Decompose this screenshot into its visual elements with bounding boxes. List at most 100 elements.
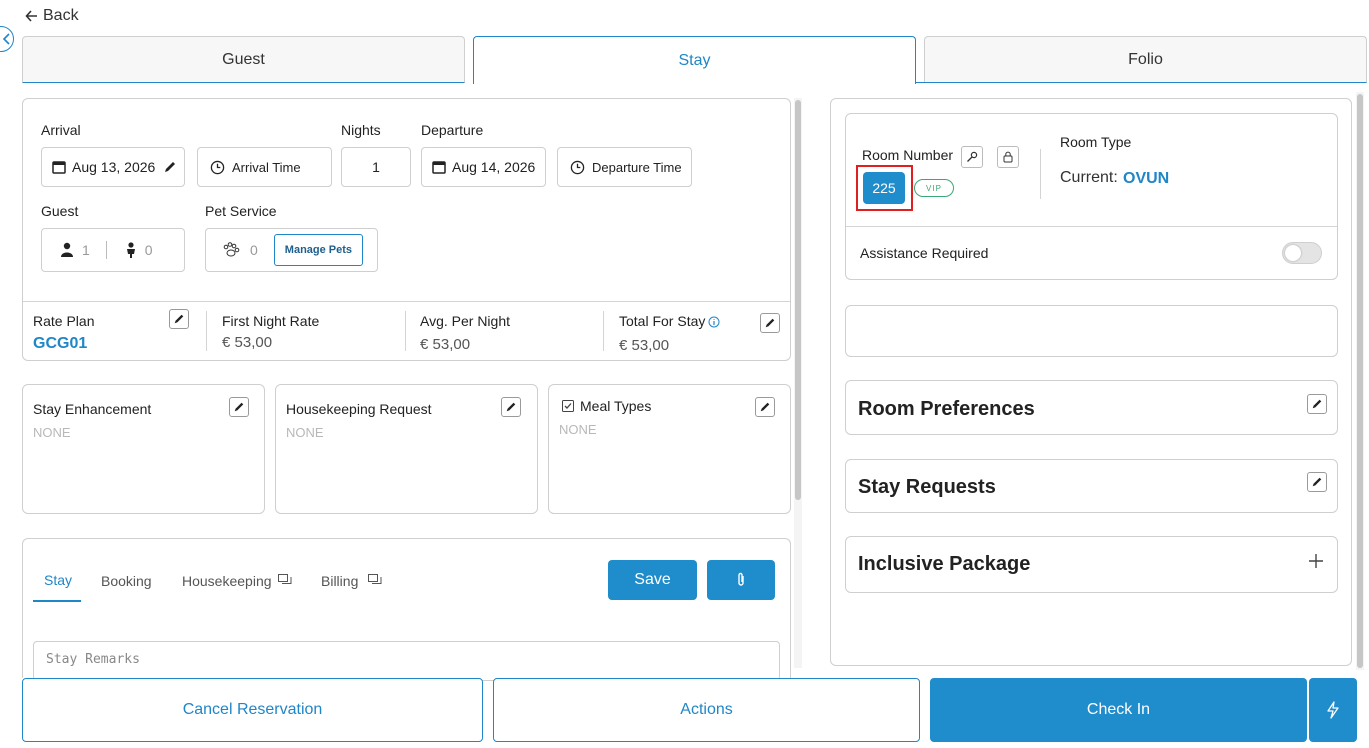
checkbox-icon [562, 400, 574, 412]
meal-types-title: Meal Types [580, 398, 652, 414]
check-in-button[interactable]: Check In [930, 678, 1307, 742]
right-scrollbar-thumb[interactable] [1357, 94, 1363, 668]
attach-button[interactable] [707, 560, 775, 600]
pencil-icon [506, 402, 516, 412]
remarks-tab-underline [33, 600, 81, 602]
nights-field[interactable]: 1 [341, 147, 411, 187]
room-type-value[interactable]: OVUN [1123, 170, 1169, 188]
collapse-sidebar-button[interactable] [0, 26, 14, 52]
children-count: 0 [144, 242, 153, 258]
rate-divider-3 [603, 311, 604, 351]
tab-underline [915, 82, 925, 83]
divider [105, 241, 107, 259]
chat-icon [278, 574, 292, 584]
chat-icon [368, 574, 382, 584]
tab-guest[interactable]: Guest [22, 36, 465, 83]
calendar-icon [52, 161, 66, 174]
right-scrollbar[interactable] [1356, 92, 1364, 670]
save-button[interactable]: Save [608, 560, 697, 600]
departure-time-field[interactable]: Departure Time [557, 147, 692, 187]
paw-icon [223, 242, 240, 257]
pencil-icon[interactable] [163, 160, 177, 174]
assistance-toggle[interactable] [1282, 242, 1322, 264]
edit-rate-plan-button[interactable] [169, 309, 189, 329]
room-info-card: Room Number 225 VIP Room Type Current: O… [845, 113, 1338, 280]
stay-remarks-placeholder: Stay Remarks [46, 652, 140, 667]
rate-plan-value[interactable]: GCG01 [33, 335, 87, 353]
cancel-reservation-label: Cancel Reservation [182, 701, 323, 718]
guest-count-field[interactable]: 1 0 [41, 228, 185, 272]
room-number-button[interactable]: 225 [863, 172, 905, 204]
quick-check-in-button[interactable] [1309, 678, 1357, 742]
key-icon [967, 151, 978, 162]
manage-pets-label: Manage Pets [284, 244, 353, 256]
housekeeping-request-value: NONE [286, 425, 324, 440]
left-scrollbar-thumb[interactable] [795, 100, 801, 500]
tab-label: Guest [222, 50, 265, 68]
stay-remarks-input[interactable]: Stay Remarks [33, 641, 780, 681]
search-room-button[interactable] [961, 146, 983, 168]
lock-room-button[interactable] [997, 146, 1019, 168]
actions-button[interactable]: Actions [493, 678, 920, 742]
room-number-value: 225 [872, 180, 896, 196]
lightning-icon [1327, 701, 1339, 719]
left-scrollbar[interactable] [794, 98, 802, 668]
current-label: Current: [1060, 169, 1118, 186]
tab-stay[interactable]: Stay [473, 36, 916, 84]
calendar-icon [432, 161, 446, 174]
toggle-knob [1285, 245, 1301, 261]
cancel-reservation-button[interactable]: Cancel Reservation [22, 678, 483, 742]
edit-stay-requests-button[interactable] [1307, 472, 1327, 492]
inclusive-package-section[interactable]: Inclusive Package [845, 536, 1338, 593]
stay-requests-title: Stay Requests [858, 476, 996, 498]
lock-icon [1003, 151, 1013, 163]
rate-divider [23, 301, 790, 302]
avg-night-value: € 53,00 [420, 336, 471, 353]
save-label: Save [634, 571, 671, 588]
edit-total-button[interactable] [760, 313, 780, 333]
empty-info-box [845, 305, 1338, 357]
arrow-left-icon [25, 10, 37, 22]
info-icon[interactable] [708, 316, 720, 328]
back-link[interactable]: Back [25, 7, 79, 25]
departure-label: Departure [421, 122, 484, 138]
stay-requests-section[interactable]: Stay Requests [845, 459, 1338, 513]
remarks-tab-housekeeping[interactable]: Housekeeping [182, 573, 272, 589]
room-preferences-title: Room Preferences [858, 398, 1035, 420]
meal-types-card: Meal Types NONE [548, 384, 791, 514]
manage-pets-button[interactable]: Manage Pets [273, 234, 364, 266]
actions-label: Actions [680, 701, 733, 718]
total-stay-label: Total For Stay [619, 313, 706, 329]
room-panel: Room Number 225 VIP Room Type Current: O… [830, 98, 1352, 666]
avg-night-label: Avg. Per Night [420, 313, 511, 329]
nights-label: Nights [341, 122, 381, 138]
remarks-tab-booking[interactable]: Booking [101, 573, 152, 589]
tab-label: Folio [1128, 50, 1163, 68]
room-preferences-section[interactable]: Room Preferences [845, 380, 1338, 435]
edit-stay-enhancement-button[interactable] [229, 397, 249, 417]
rate-divider-2 [405, 311, 406, 351]
housekeeping-request-title: Housekeeping Request [286, 401, 432, 417]
pencil-icon [760, 402, 770, 412]
remarks-tab-billing[interactable]: Billing [321, 573, 358, 589]
first-night-value: € 53,00 [222, 334, 273, 351]
departure-date-field[interactable]: Aug 14, 2026 [421, 147, 546, 187]
edit-housekeeping-request-button[interactable] [501, 397, 521, 417]
arrival-date-field[interactable]: Aug 13, 2026 [41, 147, 185, 187]
pencil-icon [234, 402, 244, 412]
back-label: Back [43, 7, 79, 24]
remarks-tab-stay[interactable]: Stay [44, 572, 72, 588]
chevron-left-icon [2, 33, 10, 45]
tab-folio[interactable]: Folio [924, 36, 1367, 83]
edit-room-preferences-button[interactable] [1307, 394, 1327, 414]
edit-meal-types-button[interactable] [755, 397, 775, 417]
departure-time-placeholder: Departure Time [592, 159, 682, 175]
plus-icon[interactable] [1308, 553, 1324, 569]
check-in-label: Check In [1086, 701, 1151, 718]
arrival-time-field[interactable]: Arrival Time [197, 147, 332, 187]
first-night-label: First Night Rate [222, 313, 320, 329]
stay-details-card: Arrival Aug 13, 2026 Arrival Time Nights… [22, 98, 791, 361]
clock-icon [210, 160, 225, 174]
room-number-label: Room Number [862, 147, 954, 163]
nights-value: 1 [372, 159, 380, 175]
